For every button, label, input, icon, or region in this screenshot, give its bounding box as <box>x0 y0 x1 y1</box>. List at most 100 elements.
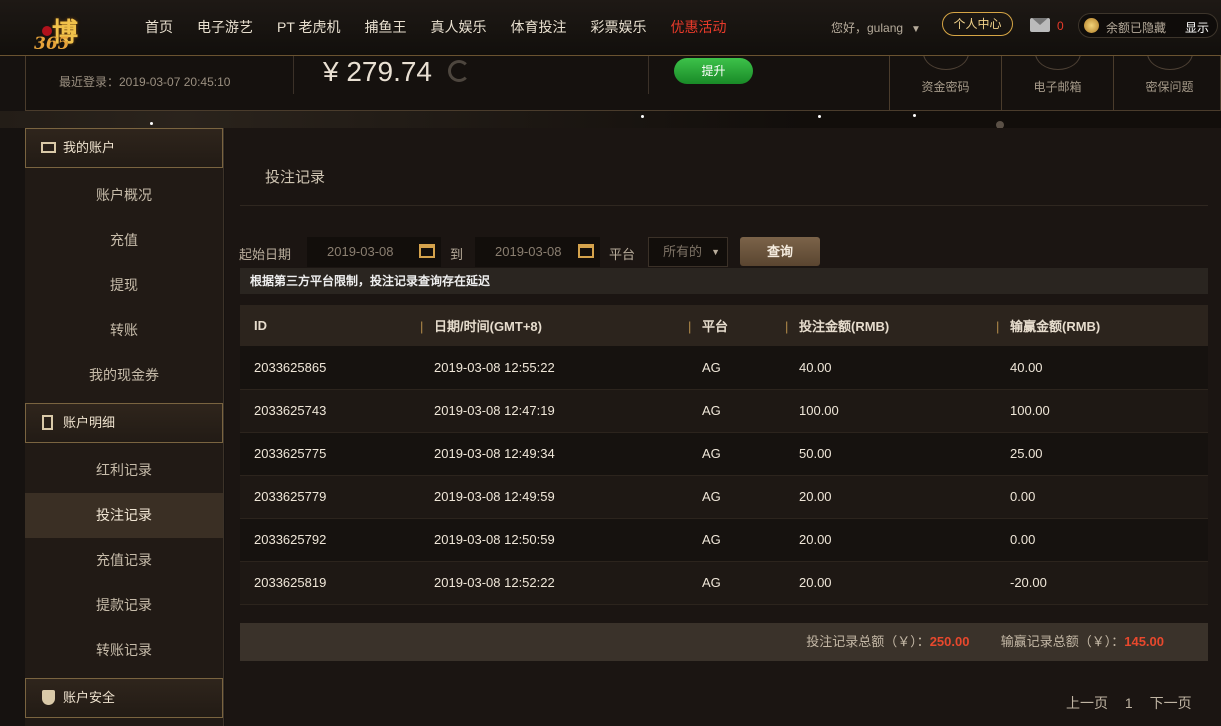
balance-amount: ¥ 279.74 <box>323 56 432 87</box>
column-header-win-amount: | 输赢金额(RMB) <box>996 305 1208 346</box>
shield-icon <box>42 690 55 705</box>
platform-select[interactable]: 所有的 ▼ <box>648 237 728 267</box>
divider <box>240 205 1208 206</box>
calendar-icon[interactable] <box>578 244 594 258</box>
upgrade-button[interactable]: 提升 <box>674 58 753 84</box>
cell-bet-amount: 100.00 <box>785 389 996 433</box>
refresh-icon[interactable] <box>448 60 470 82</box>
cell-bet-amount: 40.00 <box>785 346 996 390</box>
bet-records-table: ID | 日期/时间(GMT+8) | 平台 | 投注金额(RMB) | 输赢金额(RM… <box>240 305 1208 605</box>
cell-platform: AG <box>688 561 785 605</box>
logo[interactable]: 博 365 <box>28 6 114 54</box>
star <box>641 115 644 118</box>
fund-password-link[interactable]: 资金密码 <box>889 36 1001 111</box>
show-balance-button[interactable]: 显示 <box>1185 19 1209 36</box>
chevron-down-icon: ▼ <box>711 247 720 257</box>
totals-bar: 投注记录总额（￥）：250.00 输赢记录总额（￥）：145.00 <box>240 623 1208 661</box>
user-center-button[interactable]: 个人中心 <box>942 12 1013 36</box>
cell-bet-amount: 20.00 <box>785 518 996 562</box>
top-nav: 博 365 首页 电子游艺 PT 老虎机 捕鱼王 真人娱乐 体育投注 彩票娱乐 … <box>0 0 1221 56</box>
end-date-value: 2019-03-08 <box>495 244 562 259</box>
query-button[interactable]: 查询 <box>740 237 820 266</box>
nav-pt-slots[interactable]: PT 老虎机 <box>277 17 341 37</box>
mail-count: 0 <box>1057 19 1064 33</box>
account-summary: 最近登录：2019-03-07 20:45:10 ¥ 279.74 提升 资金密… <box>25 36 1221 111</box>
sidebar-item-overview[interactable]: 账户概况 <box>25 173 223 218</box>
cell-win-amount: 0.00 <box>996 518 1208 562</box>
greeting-text: 您好，gulang <box>831 21 904 35</box>
security-question-label: 密保问题 <box>1145 80 1194 94</box>
balance-hidden-text: 余额已隐藏 <box>1106 21 1167 35</box>
next-page-button[interactable]: 下一页 <box>1150 695 1192 711</box>
cell-id: 2033625865 <box>240 346 420 390</box>
security-question-link[interactable]: 密保问题 <box>1113 36 1221 111</box>
cell-platform: AG <box>688 346 785 390</box>
end-date-input[interactable]: 2019-03-08 <box>475 237 600 267</box>
to-label: 到 <box>450 247 464 262</box>
sidebar-item-bet-records[interactable]: 投注记录 <box>25 493 223 538</box>
current-page[interactable]: 1 <box>1125 695 1133 711</box>
table-row: 2033625819 2019-03-08 12:52:22 AG 20.00 … <box>240 561 1208 605</box>
page-title: 投注记录 <box>265 169 326 186</box>
cell-win-amount: 100.00 <box>996 389 1208 433</box>
start-date-label: 起始日期 <box>239 247 292 262</box>
start-date-input[interactable]: 2019-03-08 <box>307 237 441 267</box>
cell-platform: AG <box>688 389 785 433</box>
decorative-band <box>0 111 1221 129</box>
nav-egames[interactable]: 电子游艺 <box>197 17 253 37</box>
delay-notice: 根据第三方平台限制，投注记录查询存在延迟 <box>240 268 1208 294</box>
cell-win-amount: 0.00 <box>996 475 1208 519</box>
section-title: 账户安全 <box>63 690 116 705</box>
cell-win-amount: -20.00 <box>996 561 1208 605</box>
email-label: 电子邮箱 <box>1033 80 1082 94</box>
nav-lottery[interactable]: 彩票娱乐 <box>591 17 647 37</box>
chevron-down-icon: ▼ <box>911 24 921 35</box>
sidebar-section-account-details[interactable]: 账户明细 <box>25 403 223 443</box>
bet-total-label: 投注记录总额（￥）： <box>806 634 930 649</box>
last-login: 最近登录：2019-03-07 20:45:10 <box>59 75 231 89</box>
nav-live-casino[interactable]: 真人娱乐 <box>431 17 487 37</box>
cell-id: 2033625779 <box>240 475 420 519</box>
cell-datetime: 2019-03-08 12:49:59 <box>420 475 688 519</box>
nav-promotions[interactable]: 优惠活动 <box>671 17 727 37</box>
divider <box>293 56 294 94</box>
user-greeting[interactable]: 您好，gulang ▼ <box>831 19 921 36</box>
sidebar-item-bonus-records[interactable]: 红利记录 <box>25 448 223 493</box>
cell-bet-amount: 20.00 <box>785 475 996 519</box>
sidebar-item-transfer[interactable]: 转账 <box>25 308 223 353</box>
divider <box>648 56 649 94</box>
win-total-label: 输赢记录总额（￥）： <box>1000 634 1125 649</box>
sidebar-item-deposit-records[interactable]: 充值记录 <box>25 538 223 583</box>
section-title: 我的账户 <box>63 140 116 155</box>
nav-fishing[interactable]: 捕鱼王 <box>365 17 407 37</box>
table-row: 2033625865 2019-03-08 12:55:22 AG 40.00 … <box>240 346 1208 390</box>
calendar-icon[interactable] <box>419 244 435 258</box>
table-row: 2033625779 2019-03-08 12:49:59 AG 20.00 … <box>240 475 1208 519</box>
column-header-id: ID <box>240 305 420 346</box>
cell-platform: AG <box>688 518 785 562</box>
sidebar-item-deposit[interactable]: 充值 <box>25 218 223 263</box>
sidebar-item-withdraw-records[interactable]: 提款记录 <box>25 583 223 628</box>
mail-icon[interactable] <box>1030 18 1050 32</box>
sidebar-section-account-security[interactable]: 账户安全 <box>25 678 223 718</box>
column-header-bet-amount: | 投注金额(RMB) <box>785 305 996 346</box>
star <box>818 115 821 118</box>
cell-platform: AG <box>688 475 785 519</box>
table-row: 2033625775 2019-03-08 12:49:34 AG 50.00 … <box>240 432 1208 476</box>
sidebar-item-withdraw[interactable]: 提现 <box>25 263 223 308</box>
email-link[interactable]: 电子邮箱 <box>1001 36 1113 111</box>
nav-sports[interactable]: 体育投注 <box>511 17 567 37</box>
nav-home[interactable]: 首页 <box>145 17 173 37</box>
table-row: 2033625792 2019-03-08 12:50:59 AG 20.00 … <box>240 518 1208 562</box>
logo-number: 365 <box>34 34 70 54</box>
sidebar-item-coupons[interactable]: 我的现金券 <box>25 353 223 398</box>
main-nav: 首页 电子游艺 PT 老虎机 捕鱼王 真人娱乐 体育投注 彩票娱乐 优惠活动 <box>133 0 739 54</box>
sidebar-item-transfer-records[interactable]: 转账记录 <box>25 628 223 673</box>
cell-datetime: 2019-03-08 12:49:34 <box>420 432 688 476</box>
prev-page-button[interactable]: 上一页 <box>1066 695 1108 711</box>
start-date-value: 2019-03-08 <box>327 244 394 259</box>
cell-datetime: 2019-03-08 12:50:59 <box>420 518 688 562</box>
cell-id: 2033625743 <box>240 389 420 433</box>
sidebar-section-my-account[interactable]: 我的账户 <box>25 128 223 168</box>
star <box>913 114 916 117</box>
